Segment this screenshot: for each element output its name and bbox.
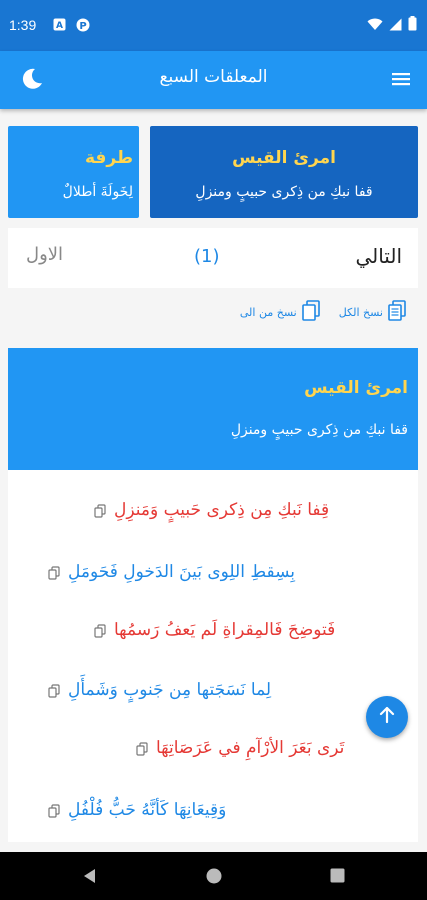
copy-all-icon <box>387 300 407 325</box>
next-button[interactable]: التالي <box>355 244 402 268</box>
poem-poet-name: امرئ القيس <box>304 378 408 398</box>
app-notification-icon: P <box>75 17 90 32</box>
copy-from-to-icon <box>301 300 321 325</box>
app-bar: المعلقات السبع <box>0 51 427 109</box>
verse-text: قِفا نَبكِ مِن ذِكرى حَبيبٍ وَمَنزِلِ <box>114 500 330 520</box>
card-poet-name: امرئ القيس <box>232 148 336 168</box>
status-system-icons <box>367 16 417 35</box>
copy-from-to-button[interactable]: نسخ من الى <box>240 300 321 325</box>
copy-verse-icon[interactable] <box>48 803 60 818</box>
verse-item: تَرى بَعَرَ الأرْآمِ في عَرَصَاتِهَا <box>136 738 344 758</box>
verse-item: فَتوضِحَ فَالمِقراةِ لَم يَعفُ رَسمُها <box>94 620 335 640</box>
home-icon[interactable] <box>206 868 222 888</box>
copy-verse-icon[interactable] <box>48 683 60 698</box>
copy-verse-icon[interactable] <box>94 503 106 518</box>
poem-title-verse: قفا نبكِ من ذِكرى حبيبٍ ومنزلِ <box>230 422 408 438</box>
wifi-icon <box>367 16 383 35</box>
poem-verses-list: قِفا نَبكِ مِن ذِكرى حَبيبٍ وَمَنزِلِ بِ… <box>8 470 418 842</box>
verse-text: وَقِيعَانِهَا كَأنَّهُ حَبُّ فُلْفُلِ <box>68 800 227 820</box>
copy-all-button[interactable]: نسخ الكل <box>339 300 407 325</box>
system-navigation-bar <box>0 852 427 900</box>
battery-icon <box>408 16 417 35</box>
signal-icon <box>389 16 402 35</box>
card-first-verse: قفا نبكِ من ذِكرى حبيبٍ ومنزلِ <box>195 184 373 200</box>
recents-icon[interactable] <box>330 868 345 887</box>
status-bar: 1:39 A P <box>0 0 427 51</box>
status-notification-icons: A P <box>52 17 90 32</box>
verse-item: بِسِقطِ اللِوى بَينَ الدَخولِ فَحَومَلِ <box>48 562 295 582</box>
verse-item: قِفا نَبكِ مِن ذِكرى حَبيبٍ وَمَنزِلِ <box>94 500 329 520</box>
copy-verse-icon[interactable] <box>136 741 148 756</box>
notification-icon: A <box>52 17 67 32</box>
copy-verse-icon[interactable] <box>94 623 106 638</box>
verse-item: وَقِيعَانِهَا كَأنَّهُ حَبُّ فُلْفُلِ <box>48 800 226 820</box>
poem-card-imru-al-qais[interactable]: امرئ القيس قفا نبكِ من ذِكرى حبيبٍ ومنزل… <box>150 126 418 218</box>
poem-card-tarafa[interactable]: طرفة لِخَولَةَ أطلالٌ <box>8 126 139 218</box>
card-poet-name: طرفة <box>84 148 133 168</box>
poem-header: امرئ القيس قفا نبكِ من ذِكرى حبيبٍ ومنزل… <box>8 348 418 470</box>
app-title: المعلقات السبع <box>159 67 268 87</box>
first-button[interactable]: الاول <box>26 244 63 265</box>
menu-icon[interactable] <box>389 67 413 91</box>
copy-from-to-label: نسخ من الى <box>239 306 297 319</box>
verse-text: فَتوضِحَ فَالمِقراةِ لَم يَعفُ رَسمُها <box>114 620 336 640</box>
verse-item: لِما نَسَجَتها مِن جَنوبٍ وَشَمأَلِ <box>48 680 271 700</box>
svg-text:P: P <box>79 21 86 32</box>
verse-text: لِما نَسَجَتها مِن جَنوبٍ وَشَمأَلِ <box>68 680 272 700</box>
svg-text:A: A <box>56 21 63 31</box>
verse-text: تَرى بَعَرَ الأرْآمِ في عَرَصَاتِهَا <box>156 738 345 758</box>
status-time: 1:39 <box>9 17 37 33</box>
scroll-to-top-button[interactable] <box>366 696 408 738</box>
back-icon[interactable] <box>82 868 98 888</box>
copy-all-label: نسخ الكل <box>338 306 383 319</box>
copy-verse-icon[interactable] <box>48 565 60 580</box>
verse-text: بِسِقطِ اللِوى بَينَ الدَخولِ فَحَومَلِ <box>68 562 296 582</box>
arrow-up-icon <box>377 705 397 729</box>
poem-number: (1) <box>194 246 220 267</box>
poem-navigation: التالي (1) الاول <box>8 228 418 288</box>
copy-actions: نسخ الكل نسخ من الى <box>240 300 407 325</box>
card-first-verse: لِخَولَةَ أطلالٌ <box>62 184 133 200</box>
